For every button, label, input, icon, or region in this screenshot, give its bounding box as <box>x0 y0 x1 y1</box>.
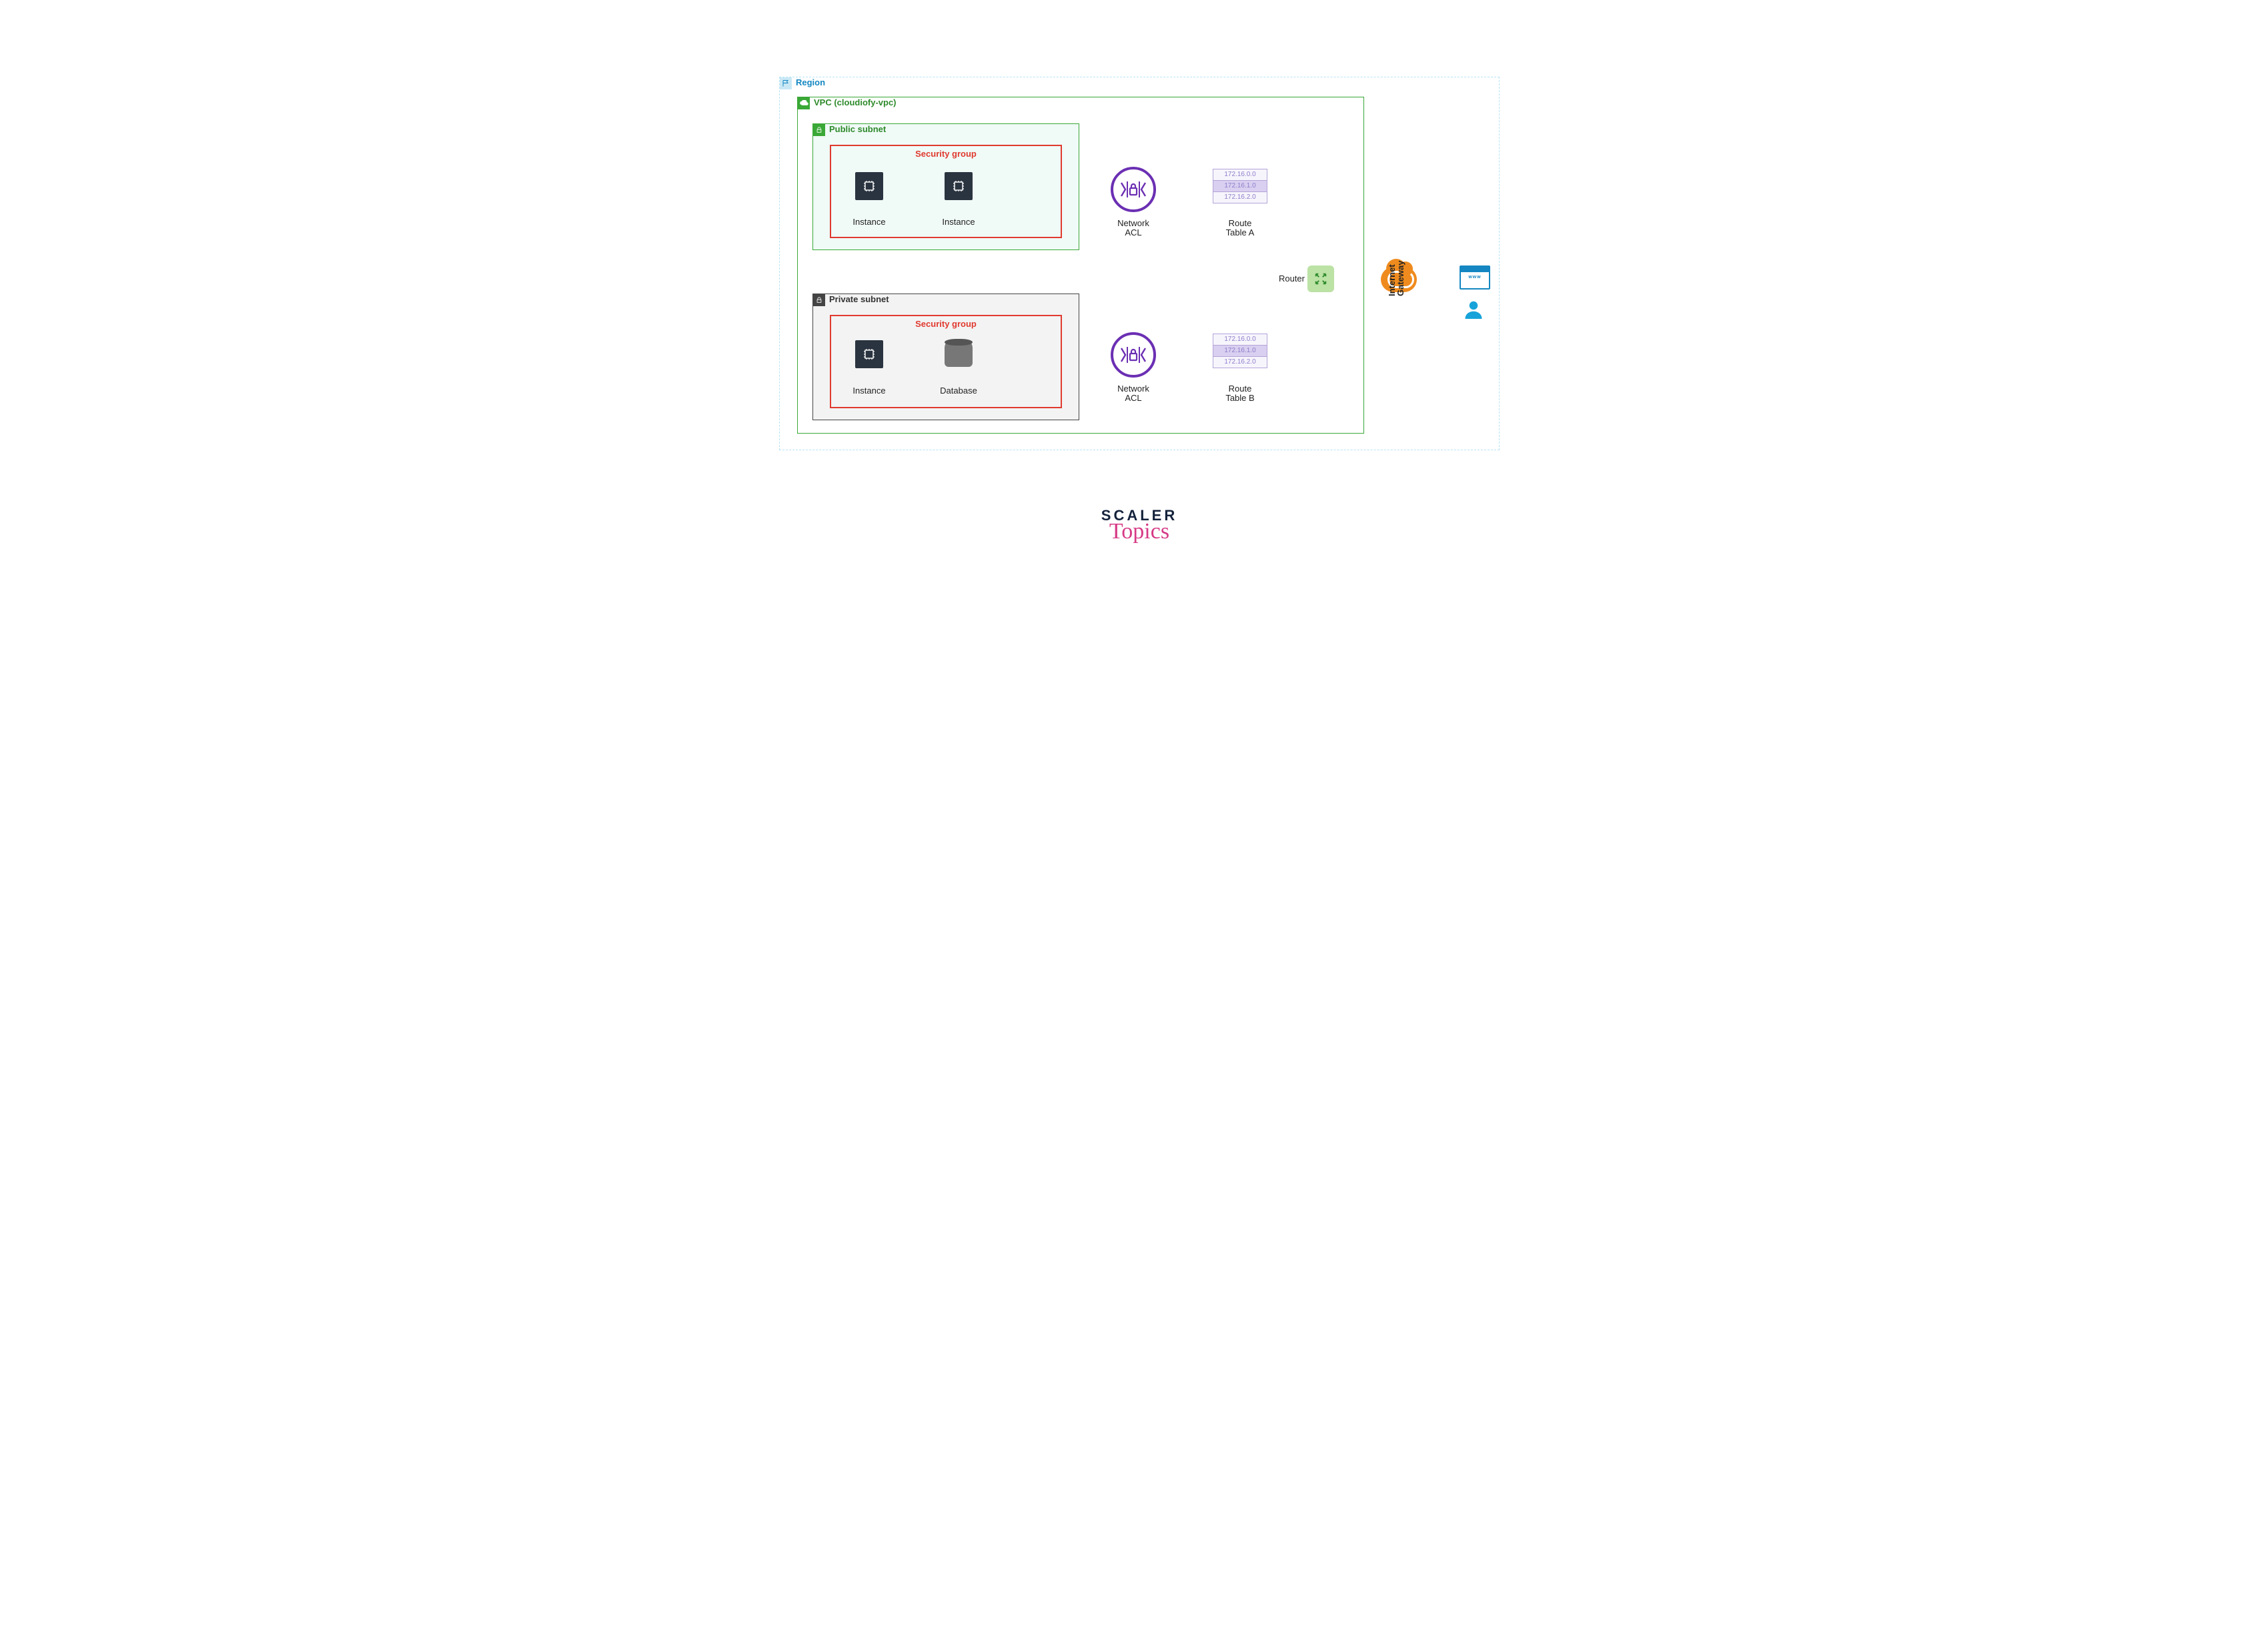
region-icon <box>780 77 792 89</box>
nacl-bottom-label: Network ACL <box>1105 384 1162 403</box>
private-sg-label: Security group <box>831 319 1061 329</box>
route-a-row: 172.16.0.0 <box>1213 169 1267 180</box>
diagram-canvas: Region VPC (cloudiofy-vpc) Public subnet… <box>707 0 1561 640</box>
user-icon <box>1464 299 1484 319</box>
ec2-instance-icon <box>855 340 883 368</box>
public-subnet-label: Public subnet <box>829 124 886 134</box>
vpc-icon <box>798 97 810 109</box>
public-sg-label: Security group <box>831 149 1061 159</box>
browser-label: www <box>1461 275 1489 280</box>
vpc-label: VPC (cloudiofy-vpc) <box>814 97 897 107</box>
route-a-row: 172.16.2.0 <box>1213 191 1267 203</box>
route-b-row: 172.16.0.0 <box>1213 334 1267 345</box>
router-icon <box>1307 265 1334 292</box>
route-a-label: Route Table A <box>1213 219 1267 237</box>
nacl-top-label: Network ACL <box>1105 219 1162 237</box>
region-label: Region <box>796 77 825 87</box>
route-b-row: 172.16.1.0 <box>1213 345 1267 356</box>
route-table-b: 172.16.0.0 172.16.1.0 172.16.2.0 <box>1213 334 1267 368</box>
network-acl-icon <box>1111 332 1156 378</box>
priv-instance-label: Instance <box>842 386 897 396</box>
pub-instance-1-label: Instance <box>842 217 897 227</box>
priv-database-label: Database <box>927 386 990 396</box>
router-label: Router <box>1267 274 1305 284</box>
database-icon <box>945 342 973 367</box>
private-subnet-icon <box>813 294 825 306</box>
network-acl-icon <box>1111 167 1156 212</box>
brand-logo: SCALER Topics <box>1086 507 1193 544</box>
route-table-a: 172.16.0.0 172.16.1.0 172.16.2.0 <box>1213 169 1267 203</box>
route-a-row: 172.16.1.0 <box>1213 180 1267 191</box>
ec2-instance-icon <box>855 172 883 200</box>
route-b-row: 172.16.2.0 <box>1213 356 1267 368</box>
igw-label: Internet Gateway <box>1387 283 1405 296</box>
private-subnet-label: Private subnet <box>829 294 889 304</box>
route-b-label: Route Table B <box>1213 384 1267 403</box>
public-subnet-icon <box>813 124 825 136</box>
browser-icon: www <box>1460 265 1490 290</box>
ec2-instance-icon <box>945 172 973 200</box>
pub-instance-2-label: Instance <box>931 217 986 227</box>
